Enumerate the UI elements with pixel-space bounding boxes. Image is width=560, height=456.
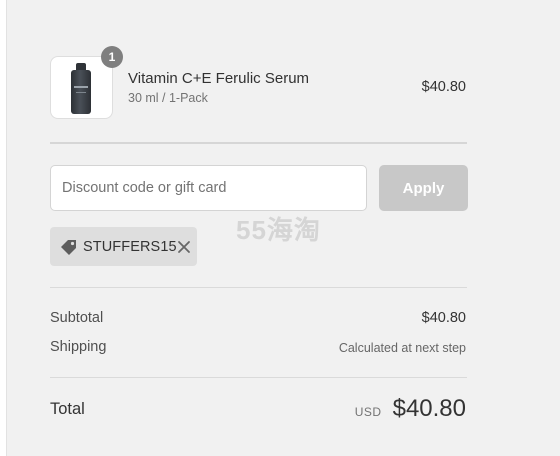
product-variant: 30 ml / 1-Pack: [128, 91, 208, 105]
apply-discount-button[interactable]: Apply: [379, 165, 468, 211]
divider: [50, 142, 467, 144]
applied-discount-code: STUFFERS15: [83, 238, 177, 255]
applied-discount-tag: STUFFERS15: [50, 227, 197, 266]
grand-total: $40.80: [392, 395, 466, 422]
total-label: Total: [50, 400, 85, 418]
currency-code: USD: [354, 405, 382, 419]
product-name: Vitamin C+E Ferulic Serum: [128, 70, 310, 87]
serum-bottle-icon: [71, 70, 91, 114]
quantity-badge: 1: [101, 46, 123, 68]
bottle-label-line: [76, 92, 86, 93]
tag-icon: [60, 238, 78, 256]
total-amount: USD $40.80: [355, 395, 466, 423]
shipping-label: Shipping: [50, 339, 107, 355]
subtotal-value: $40.80: [421, 310, 466, 326]
shipping-value: Calculated at next step: [338, 341, 466, 355]
discount-code-input[interactable]: [50, 165, 367, 211]
subtotal-label: Subtotal: [50, 310, 104, 326]
watermark-text: 55海淘: [236, 215, 321, 245]
bottle-label-line: [74, 86, 88, 88]
product-price: $40.80: [421, 79, 466, 95]
product-thumbnail: [50, 56, 113, 119]
divider: [50, 287, 467, 288]
divider: [50, 377, 467, 378]
order-summary-panel: 1 Vitamin C+E Ferulic Serum 30 ml / 1-Pa…: [6, 0, 560, 456]
close-icon[interactable]: [177, 240, 191, 254]
